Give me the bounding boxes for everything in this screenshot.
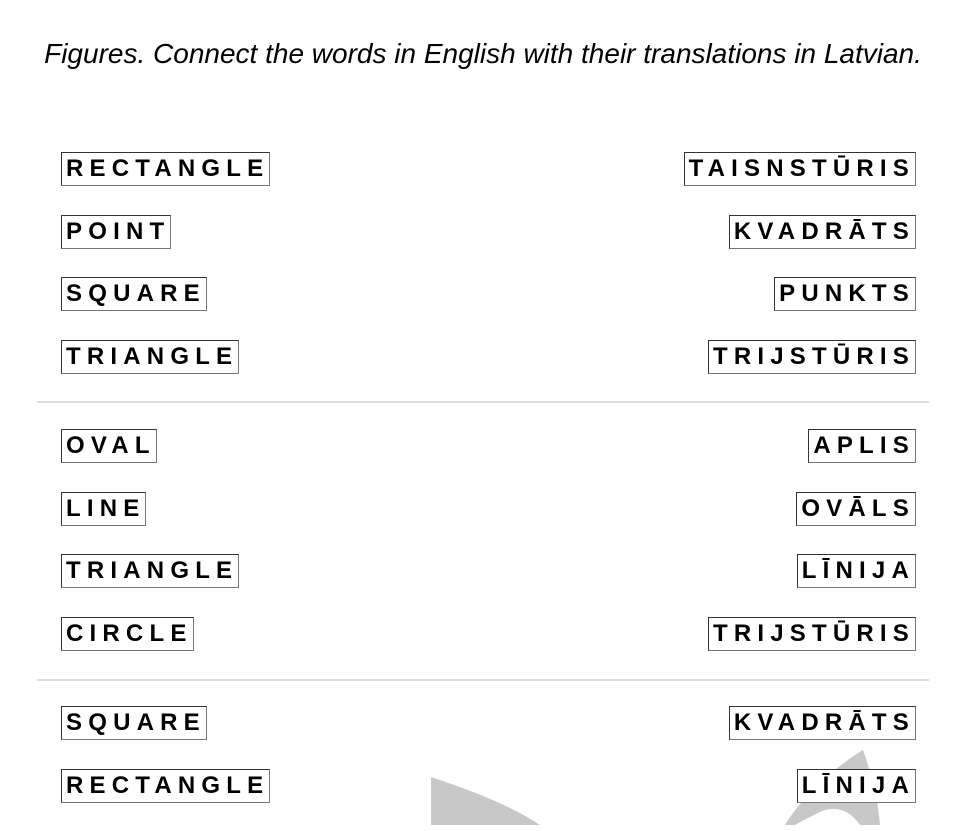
english-word[interactable]: CIRCLE [61, 617, 194, 651]
match-row: SQUARE PUNKTS [0, 277, 970, 340]
english-word[interactable]: SQUARE [61, 706, 207, 740]
english-word[interactable]: RECTANGLE [61, 769, 270, 803]
latvian-word[interactable]: KVADRĀTS [729, 215, 916, 249]
match-row: TRIANGLE TRIJSTŪRIS [0, 340, 970, 403]
group-divider [37, 401, 929, 403]
english-word[interactable]: TRIANGLE [61, 340, 239, 374]
worksheet-instruction: Figures. Connect the words in English wi… [40, 36, 926, 71]
latvian-word[interactable]: APLIS [808, 429, 916, 463]
match-row: OVAL APLIS [0, 429, 970, 492]
match-row: RECTANGLE TAISNSTŪRIS [0, 152, 970, 215]
watermark-logo [0, 0, 970, 825]
latvian-word[interactable]: TAISNSTŪRIS [684, 152, 916, 186]
latvian-word[interactable]: TRIJSTŪRIS [708, 340, 916, 374]
match-row: CIRCLE TRIJSTŪRIS [0, 617, 970, 680]
latvian-word[interactable]: TRIJSTŪRIS [708, 617, 916, 651]
word-group-2: OVAL APLIS LINE OVĀLS TRIANGLE LĪNIJA CI… [0, 429, 970, 679]
word-group-1: RECTANGLE TAISNSTŪRIS POINT KVADRĀTS SQU… [0, 152, 970, 402]
latvian-word[interactable]: OVĀLS [796, 492, 916, 526]
latvian-word[interactable]: LĪNIJA [797, 554, 916, 588]
latvian-word[interactable]: KVADRĀTS [729, 706, 916, 740]
english-word[interactable]: SQUARE [61, 277, 207, 311]
match-row: SQUARE KVADRĀTS [0, 706, 970, 769]
latvian-word[interactable]: PUNKTS [774, 277, 916, 311]
word-group-3: SQUARE KVADRĀTS RECTANGLE LĪNIJA [0, 706, 970, 831]
english-word[interactable]: LINE [61, 492, 146, 526]
english-word[interactable]: OVAL [61, 429, 157, 463]
group-divider [37, 679, 929, 681]
match-row: LINE OVĀLS [0, 492, 970, 555]
match-row: TRIANGLE LĪNIJA [0, 554, 970, 617]
english-word[interactable]: RECTANGLE [61, 152, 270, 186]
latvian-word[interactable]: LĪNIJA [797, 769, 916, 803]
match-row: POINT KVADRĀTS [0, 215, 970, 278]
match-row: RECTANGLE LĪNIJA [0, 769, 970, 831]
english-word[interactable]: POINT [61, 215, 171, 249]
english-word[interactable]: TRIANGLE [61, 554, 239, 588]
